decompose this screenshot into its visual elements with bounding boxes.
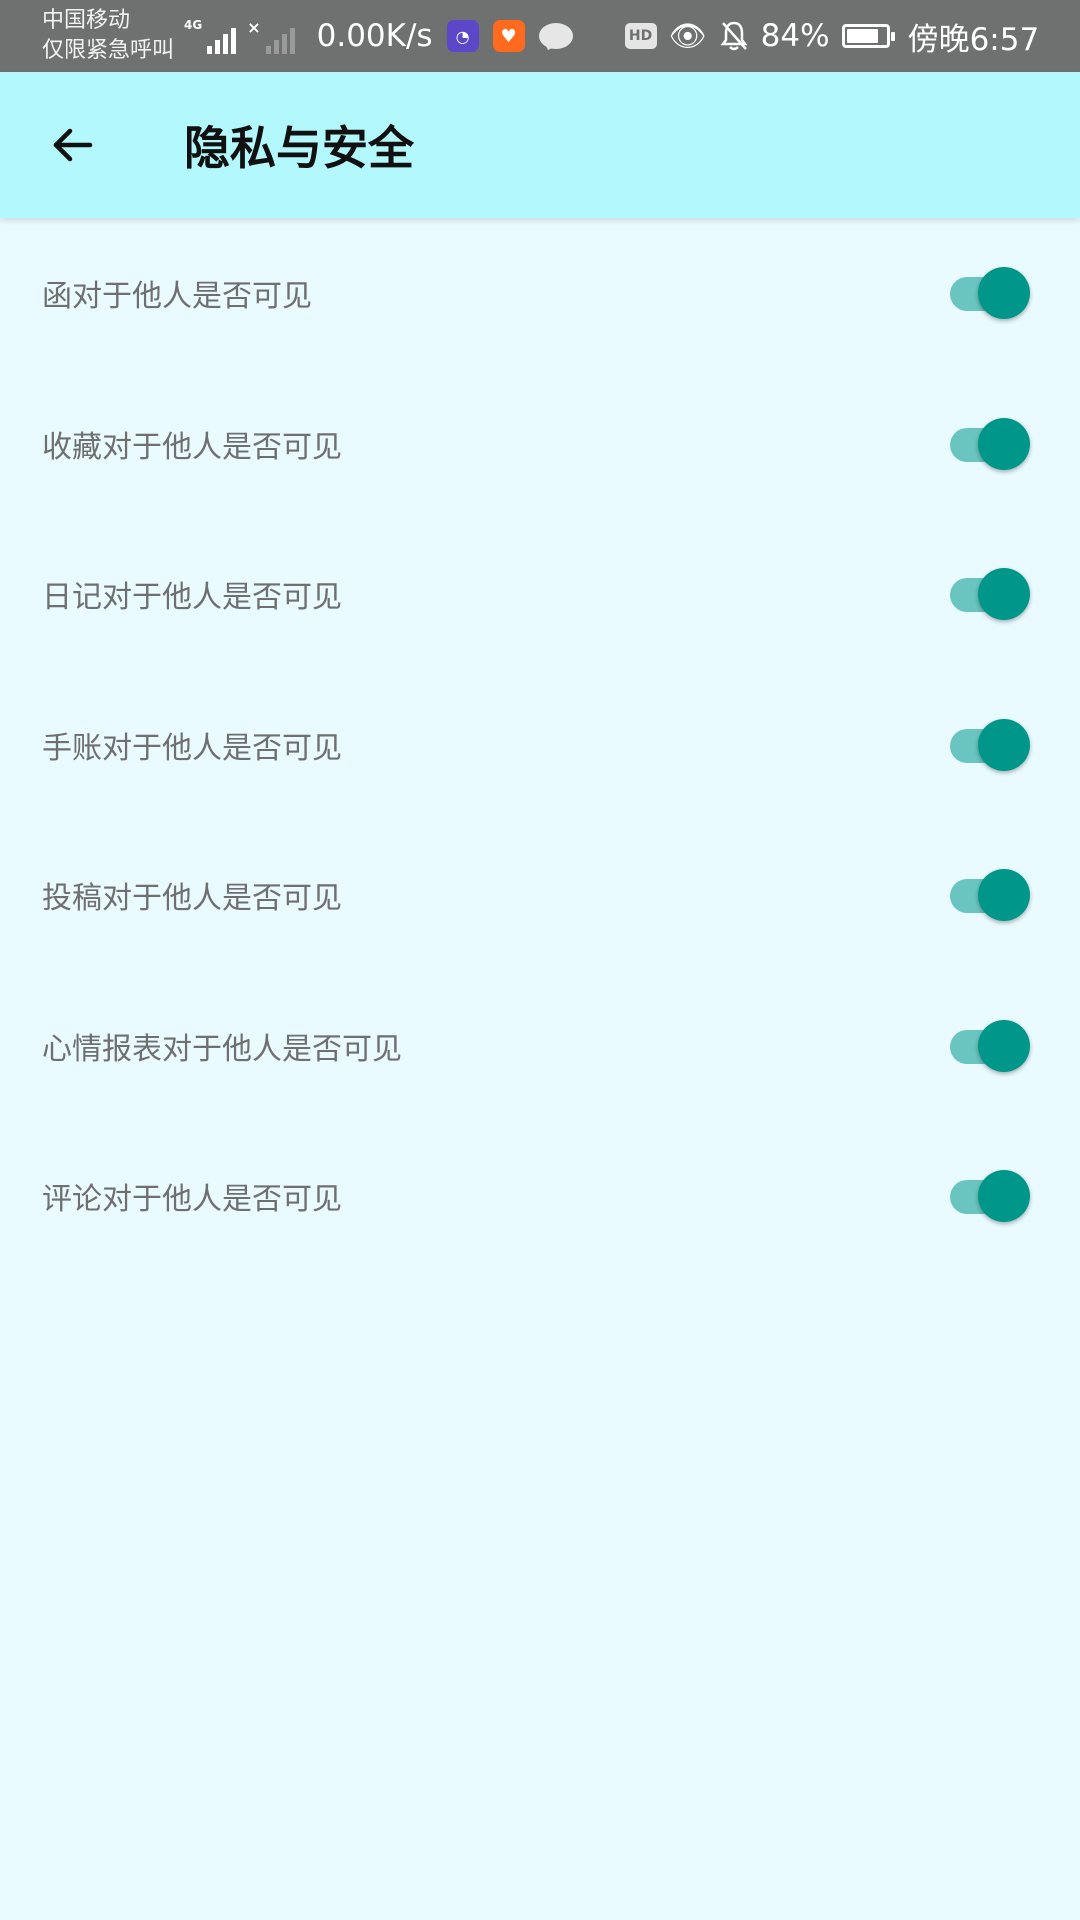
page-title: 隐私与安全 (184, 121, 414, 175)
no-sim-icon: × (247, 18, 261, 37)
toggle-thumb (978, 568, 1030, 621)
visibility-toggle[interactable] (946, 718, 1030, 771)
setting-label: 收藏对于他人是否可见 (42, 429, 342, 465)
network-type: 4G (184, 18, 203, 32)
battery-percent: 84% (760, 18, 830, 54)
visibility-toggle[interactable] (946, 1019, 1030, 1072)
visibility-toggle[interactable] (946, 869, 1030, 922)
setting-label: 函对于他人是否可见 (42, 279, 312, 315)
bell-off-icon (719, 20, 749, 52)
arrow-left-icon (53, 128, 93, 162)
toggle-thumb (978, 1019, 1030, 1072)
carrier-name: 中国移动 (42, 8, 131, 33)
setting-label: 投稿对于他人是否可见 (42, 881, 342, 917)
setting-label: 心情报表对于他人是否可见 (42, 1031, 402, 1067)
setting-label: 评论对于他人是否可见 (42, 1182, 342, 1218)
visibility-toggle[interactable] (946, 1170, 1030, 1223)
visibility-toggle[interactable] (946, 267, 1030, 320)
setting-row[interactable]: 手账对于他人是否可见 (0, 670, 1080, 821)
setting-label: 日记对于他人是否可见 (42, 580, 342, 616)
signal-icon: 4G × (184, 18, 295, 54)
app-bar: 隐私与安全 (0, 72, 1080, 218)
eye-comfort-icon: 👁 (668, 18, 707, 54)
carrier-status: 仅限紧急呼叫 (42, 38, 175, 63)
toggle-thumb (978, 869, 1030, 922)
message-icon (538, 23, 573, 49)
hd-icon: HD (624, 23, 657, 49)
toggle-thumb (978, 1170, 1030, 1223)
visibility-toggle[interactable] (946, 417, 1030, 470)
setting-label: 手账对于他人是否可见 (42, 730, 342, 766)
battery-icon (841, 24, 895, 48)
app-notification-icon: ◔ (446, 20, 479, 52)
clock: 傍晚6:57 (907, 21, 1040, 58)
heart-app-icon: ♥ (492, 20, 525, 52)
setting-row[interactable]: 评论对于他人是否可见 (0, 1121, 1080, 1272)
setting-row[interactable]: 收藏对于他人是否可见 (0, 369, 1080, 520)
setting-row[interactable]: 日记对于他人是否可见 (0, 519, 1080, 670)
net-speed: 0.00K/s (316, 18, 433, 54)
status-bar: 中国移动 仅限紧急呼叫 4G × 0.00K/s ◔ ♥ HD 👁 84% 傍晚… (0, 0, 1080, 72)
setting-row[interactable]: 函对于他人是否可见 (0, 218, 1080, 369)
visibility-toggle[interactable] (946, 568, 1030, 621)
toggle-thumb (978, 267, 1030, 320)
toggle-thumb (978, 718, 1030, 771)
toggle-thumb (978, 417, 1030, 470)
carrier-info: 中国移动 仅限紧急呼叫 (42, 6, 174, 66)
setting-row[interactable]: 投稿对于他人是否可见 (0, 820, 1080, 971)
settings-list: 函对于他人是否可见 收藏对于他人是否可见 日记对于他人是否可见 手账对于他人是否可见投… (0, 218, 1080, 1272)
setting-row[interactable]: 心情报表对于他人是否可见 (0, 971, 1080, 1122)
back-button[interactable] (40, 113, 104, 177)
